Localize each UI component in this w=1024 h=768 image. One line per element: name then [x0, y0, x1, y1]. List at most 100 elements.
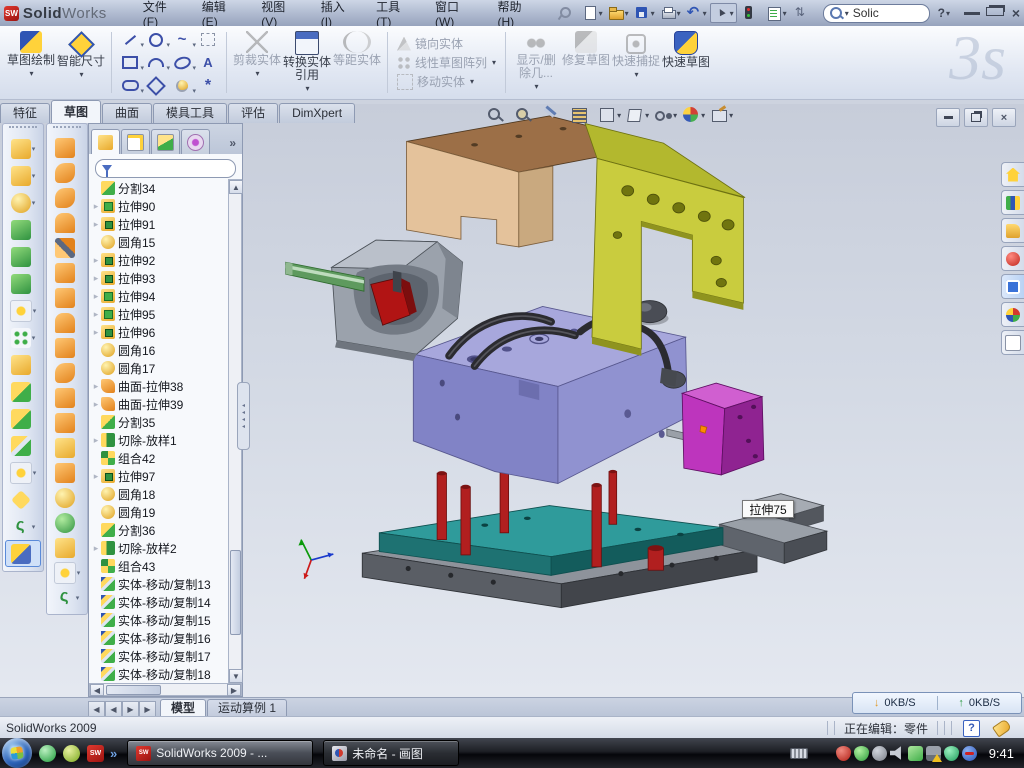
- feature-tool-button[interactable]: ▾: [3, 459, 43, 486]
- chevron-down-icon[interactable]: ▾: [729, 111, 733, 120]
- expand-arrow-icon[interactable]: ▸: [91, 435, 101, 446]
- tab-nav-button[interactable]: ◀: [88, 701, 105, 717]
- feature-tool-button[interactable]: ▾: [3, 486, 43, 513]
- panel-splitter-handle[interactable]: ◂◂◂◂: [237, 382, 250, 450]
- view-tool-button[interactable]: ▾: [710, 106, 733, 124]
- chevron-down-icon[interactable]: ▾: [470, 77, 474, 86]
- quick-launch-icon[interactable]: SW: [87, 745, 104, 762]
- tree-item[interactable]: ▸ 实体-移动/复制15: [91, 611, 228, 629]
- tree-item[interactable]: ▸ 拉伸90: [91, 197, 228, 215]
- tray-icon[interactable]: [836, 746, 851, 761]
- surface-tool-button[interactable]: ▾: [47, 160, 87, 185]
- surface-tool-button[interactable]: ▾: [47, 310, 87, 335]
- tree-item[interactable]: ▸ 圆角19: [91, 503, 228, 521]
- tree-horizontal-scrollbar[interactable]: ◀ ▶: [89, 683, 242, 696]
- surface-tool-button[interactable]: ▾: [47, 385, 87, 410]
- tree-item[interactable]: ▸ 拉伸91: [91, 215, 228, 233]
- command-tab[interactable]: 评估: [228, 103, 278, 123]
- chevron-down-icon[interactable]: ▾: [305, 82, 309, 95]
- model-tab[interactable]: 运动算例 1: [207, 699, 287, 717]
- tree-item[interactable]: ▸ 组合42: [91, 449, 228, 467]
- toolbar-drag-handle[interactable]: [53, 126, 81, 133]
- tray-icon[interactable]: [890, 746, 905, 761]
- tree-item[interactable]: ▸ 圆角17: [91, 359, 228, 377]
- tree-item[interactable]: ▸ 曲面-拉伸38: [91, 377, 228, 395]
- feature-tool-button[interactable]: ▾: [3, 189, 43, 216]
- expand-arrow-icon[interactable]: ▸: [91, 255, 101, 266]
- sketch-entity-button[interactable]: ▾: [117, 51, 143, 74]
- feature-tool-button[interactable]: ▾: [3, 270, 43, 297]
- chevron-down-icon[interactable]: ▾: [783, 9, 787, 18]
- expand-arrow-icon[interactable]: ▸: [91, 219, 101, 230]
- tree-item[interactable]: ▸ 分割34: [91, 179, 228, 197]
- tree-item[interactable]: ▸ 拉伸94: [91, 287, 228, 305]
- scroll-down-button[interactable]: ▼: [229, 669, 243, 683]
- tree-item[interactable]: ▸ 拉伸93: [91, 269, 228, 287]
- command-button[interactable]: 修复草图 ▾: [561, 28, 611, 97]
- surface-tool-button[interactable]: ▾: [47, 510, 87, 535]
- quick-launch-chevron[interactable]: »: [110, 746, 117, 761]
- tray-icon[interactable]: [926, 746, 941, 761]
- feature-tool-button[interactable]: ▾: [3, 216, 43, 243]
- tree-item[interactable]: ▸ 圆角16: [91, 341, 228, 359]
- command-button[interactable]: 显示/删除几... ▾: [511, 28, 561, 97]
- task-pane-tab[interactable]: [1001, 246, 1024, 271]
- tab-nav-button[interactable]: ▶: [139, 701, 156, 717]
- chevron-down-icon[interactable]: ▾: [617, 111, 621, 120]
- view-tool-button[interactable]: ▾: [514, 106, 537, 124]
- surface-tool-button[interactable]: ▾: [47, 585, 87, 610]
- tray-icon[interactable]: [908, 746, 923, 761]
- tree-item[interactable]: ▸ 圆角15: [91, 233, 228, 251]
- chevron-down-icon[interactable]: ▾: [255, 67, 259, 80]
- chevron-down-icon[interactable]: ▾: [625, 9, 629, 18]
- tree-item[interactable]: ▸ 切除-放样2: [91, 539, 228, 557]
- scroll-up-button[interactable]: ▲: [229, 180, 243, 194]
- command-row-button[interactable]: 镜向实体 ▾: [393, 35, 500, 52]
- tree-item[interactable]: ▸ 分割36: [91, 521, 228, 539]
- sketch-entity-button[interactable]: ▾: [143, 51, 169, 74]
- doc-minimize-button[interactable]: [936, 108, 960, 127]
- chevron-down-icon[interactable]: ▾: [645, 111, 649, 120]
- toolbar-button[interactable]: ▾: [790, 4, 815, 22]
- panel-tab[interactable]: [91, 129, 120, 154]
- toolbar-button[interactable]: ▾: [738, 4, 763, 22]
- command-row-button[interactable]: 线性草图阵列 ▾: [393, 54, 500, 71]
- taskbar-window-button[interactable]: 未命名 - 画图: [323, 740, 459, 766]
- quick-tips-button[interactable]: ?: [963, 720, 980, 737]
- sketch-entity-button[interactable]: ▾: [195, 28, 221, 51]
- tree-item[interactable]: ▸ 曲面-拉伸39: [91, 395, 228, 413]
- restore-button[interactable]: [986, 5, 1002, 21]
- command-button[interactable]: 草图绘制 ▾: [6, 28, 56, 97]
- tray-icon[interactable]: [962, 746, 977, 761]
- toolbar-button[interactable]: ▾: [710, 3, 737, 23]
- feature-tool-button[interactable]: ▾: [3, 324, 43, 351]
- command-button[interactable]: 等距实体 ▾: [332, 28, 382, 97]
- chevron-down-icon[interactable]: ▾: [635, 68, 639, 81]
- expand-arrow-icon[interactable]: ▸: [91, 399, 101, 410]
- start-button[interactable]: [2, 738, 32, 768]
- toolbar-button[interactable]: ▾: [764, 4, 789, 22]
- network-speed-widget[interactable]: ↓ 0KB/S ↑ 0KB/S: [852, 692, 1022, 714]
- feature-tool-button[interactable]: ▾: [3, 351, 43, 378]
- surface-tool-button[interactable]: ▾: [47, 135, 87, 160]
- toolbar-button[interactable]: ▾: [684, 4, 709, 22]
- feature-tool-button[interactable]: ▾: [3, 297, 43, 324]
- chevron-down-icon[interactable]: ▾: [651, 9, 655, 18]
- tree-item[interactable]: ▸ 组合43: [91, 557, 228, 575]
- feature-tool-button[interactable]: ▾: [3, 378, 43, 405]
- tree-item[interactable]: ▸ 实体-移动/复制17: [91, 647, 228, 665]
- command-row-button[interactable]: 移动实体 ▾: [393, 73, 500, 90]
- task-pane-tab[interactable]: [1001, 218, 1024, 243]
- expand-arrow-icon[interactable]: ▸: [91, 201, 101, 212]
- taskbar-clock[interactable]: 9:41: [989, 746, 1014, 761]
- chevron-down-icon[interactable]: ▾: [33, 307, 37, 315]
- view-tool-button[interactable]: ▾: [542, 106, 565, 124]
- taskbar-window-button[interactable]: SW SolidWorks 2009 - ...: [127, 740, 313, 766]
- panel-tab[interactable]: [181, 129, 210, 154]
- feature-tool-button[interactable]: ▾: [3, 513, 43, 540]
- tray-icon[interactable]: [854, 746, 869, 761]
- sketch-entity-button[interactable]: ▾: [169, 51, 195, 74]
- feature-tool-button[interactable]: ▾: [3, 162, 43, 189]
- expand-arrow-icon[interactable]: ▸: [91, 327, 101, 338]
- chevron-down-icon[interactable]: ▾: [673, 111, 677, 120]
